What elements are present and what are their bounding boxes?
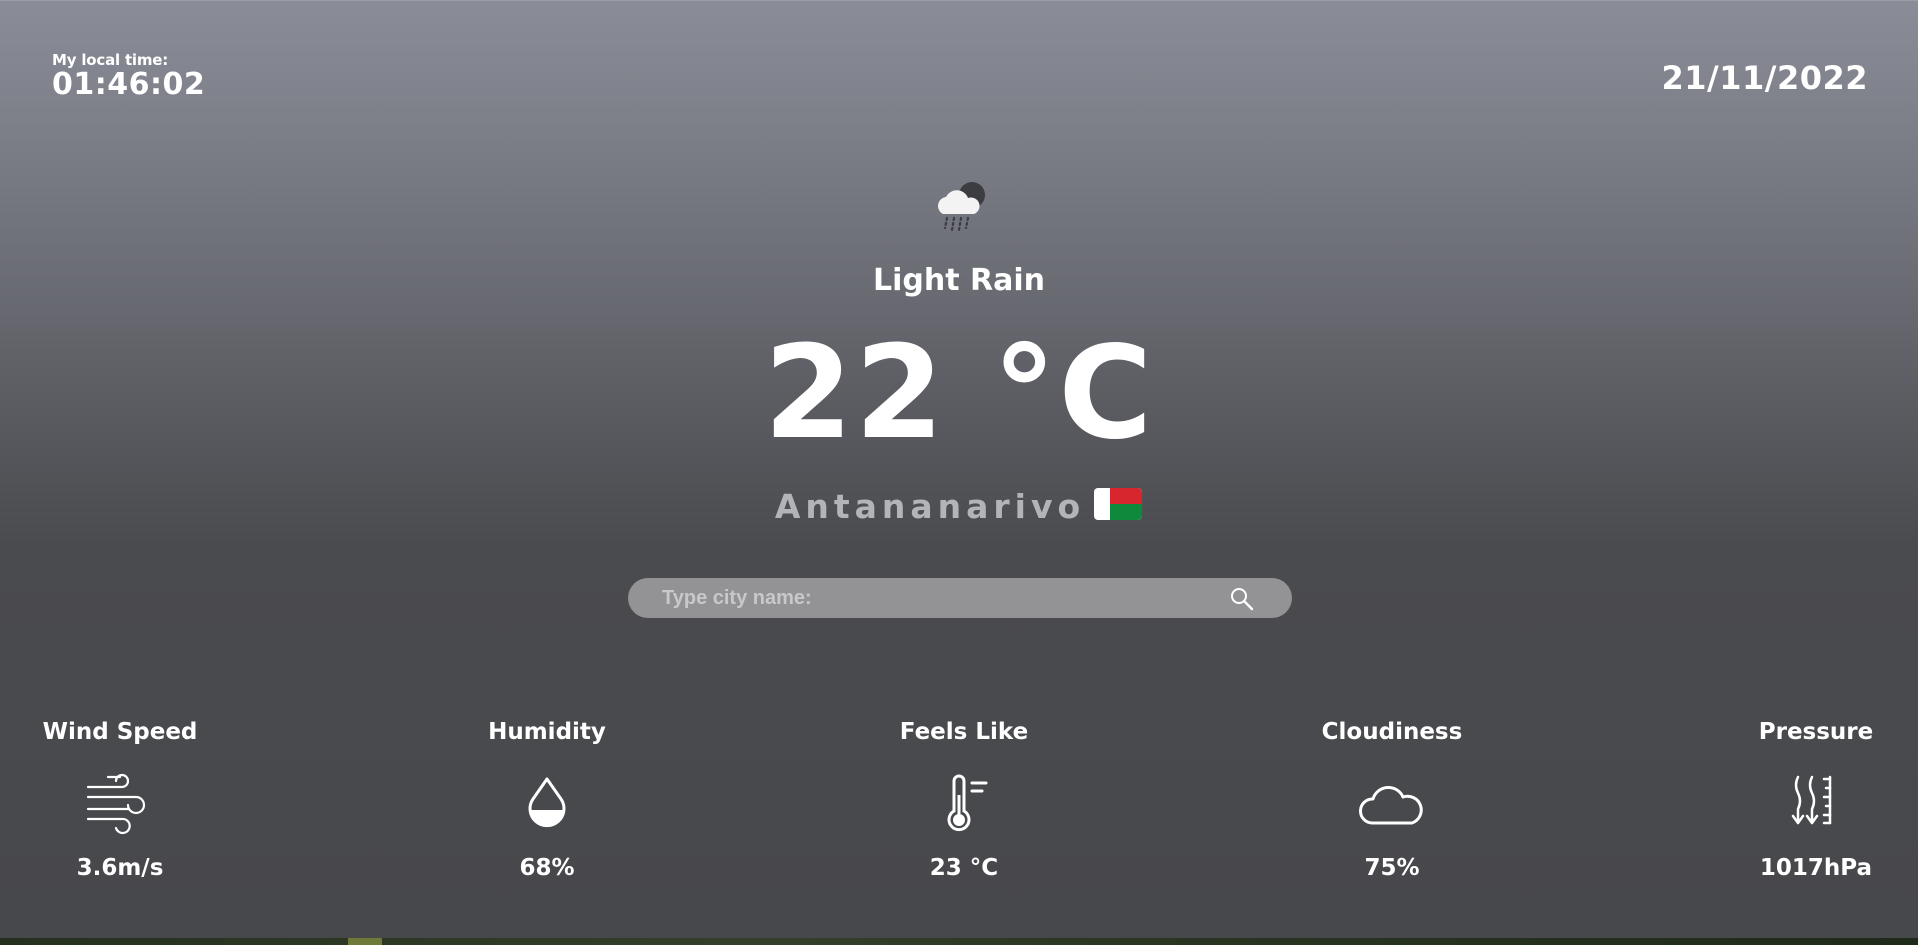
local-time-value: 01:46:02 <box>52 67 206 102</box>
madagascar-flag-icon <box>1094 488 1143 520</box>
stat-value: 75% <box>1364 855 1420 881</box>
local-time: My local time: 01:46:02 <box>52 51 205 102</box>
stat-wind-speed: Wind Speed 3.6m/s <box>20 719 220 881</box>
city-row: Antananarivo <box>0 484 1918 526</box>
cloud-icon <box>1359 786 1423 825</box>
stat-feels-like: Feels Like 23 °C <box>864 719 1064 881</box>
weather-app: My local time: 01:46:02 21/11/2022 Light… <box>0 0 1918 938</box>
wind-icon <box>86 773 146 835</box>
stat-value: 3.6m/s <box>76 855 164 881</box>
taskbar-accent <box>348 938 382 945</box>
water-drop-icon <box>528 777 566 828</box>
thermometer-icon <box>947 774 988 832</box>
search-icon[interactable] <box>1230 587 1254 611</box>
stat-humidity: Humidity 68% <box>447 719 647 881</box>
stat-title: Cloudiness <box>1321 719 1463 745</box>
stat-title: Feels Like <box>899 719 1029 745</box>
pressure-icon <box>1791 775 1832 825</box>
stat-value: 68% <box>519 855 575 881</box>
temperature: 22 °C <box>763 319 1155 468</box>
stat-title: Pressure <box>1758 719 1874 745</box>
search-bar <box>628 578 1292 618</box>
desktop-background-strip <box>0 938 1918 945</box>
cloud-rain-moon-icon <box>938 182 985 232</box>
current-date: 21/11/2022 <box>1661 59 1868 97</box>
stat-value: 23 °C <box>929 855 999 881</box>
stat-title: Humidity <box>488 719 606 745</box>
stat-pressure: Pressure 1017hPa <box>1716 719 1916 881</box>
city-name: Antananarivo <box>774 487 1086 526</box>
stat-title: Wind Speed <box>42 719 198 745</box>
city-search-input[interactable] <box>662 578 1222 618</box>
weather-condition: Light Rain <box>872 263 1045 298</box>
stat-cloudiness: Cloudiness 75% <box>1292 719 1492 881</box>
stat-value: 1017hPa <box>1759 855 1873 881</box>
